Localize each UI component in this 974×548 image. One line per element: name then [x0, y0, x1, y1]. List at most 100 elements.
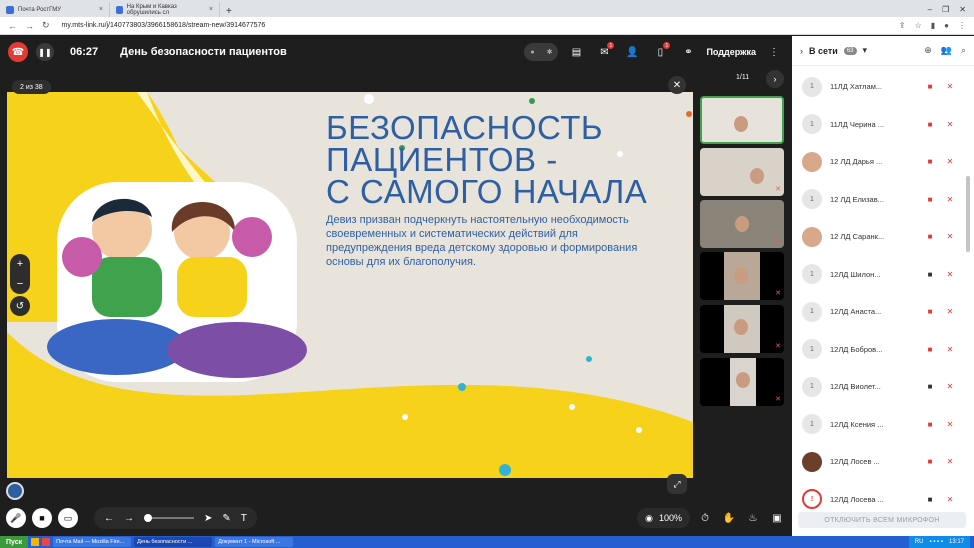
- zoom-out-icon[interactable]: −: [17, 278, 23, 290]
- stopwatch-icon[interactable]: ⏱: [696, 509, 714, 527]
- new-tab-icon[interactable]: +: [220, 6, 238, 17]
- mic-off-icon[interactable]: ✕: [944, 420, 956, 429]
- camera-off-icon[interactable]: ■: [924, 120, 936, 129]
- view-zoom[interactable]: ◉ 100%: [637, 508, 690, 528]
- taskbar-item[interactable]: Документ 1 - Microsoft ...: [215, 537, 294, 547]
- mic-off-icon[interactable]: ✕: [944, 307, 956, 316]
- quicklaunch-icon[interactable]: [42, 538, 51, 546]
- close-tab-icon[interactable]: ×: [99, 6, 103, 13]
- search-icon[interactable]: ⌕: [961, 45, 966, 56]
- forward-icon[interactable]: →: [25, 21, 34, 31]
- link-icon[interactable]: ⚭: [678, 42, 698, 62]
- panel-scrollbar[interactable]: [966, 176, 970, 252]
- quicklaunch-icon[interactable]: [31, 538, 40, 546]
- fire-icon[interactable]: ♨: [744, 509, 762, 527]
- video-tile[interactable]: ✕: [700, 148, 784, 196]
- files-icon[interactable]: ▯ 1: [650, 42, 671, 62]
- participant-row[interactable]: 12ЛД Лосев ... ■ ✕: [792, 443, 966, 481]
- prev-slide-icon[interactable]: ←: [104, 513, 114, 524]
- video-tile[interactable]: ✕: [700, 305, 784, 353]
- camera-off-icon[interactable]: ■: [924, 420, 936, 429]
- groups-icon[interactable]: 👥: [941, 45, 952, 56]
- star-icon[interactable]: ☆: [915, 21, 922, 30]
- chat-icon[interactable]: ✉ 1: [594, 42, 615, 62]
- participant-row[interactable]: 1 12ЛД Шилон... ■ ✕: [792, 256, 966, 294]
- raise-hand-icon[interactable]: ✋: [720, 509, 738, 527]
- pen-icon[interactable]: ✎: [222, 513, 230, 524]
- add-participant-icon[interactable]: ⊕: [924, 45, 932, 56]
- participant-row[interactable]: 1 12ЛД Ксения ... ■ ✕: [792, 406, 966, 444]
- browser-tab-2[interactable]: На Крым и Кавказ обрушились сл ×: [110, 2, 220, 17]
- participant-row[interactable]: 12 ЛД Саранк... ■ ✕: [792, 218, 966, 256]
- mic-off-icon[interactable]: ✕: [944, 232, 956, 241]
- participants-icon[interactable]: 👤: [622, 42, 642, 62]
- url-field[interactable]: my.mts-link.ru/j/140773803/3966158618/st…: [58, 22, 891, 29]
- taskbar-item[interactable]: День безопасности ...: [134, 537, 213, 547]
- camera-off-icon[interactable]: ■: [924, 232, 936, 241]
- participant-row[interactable]: 1 11ЛД Хатлам... ■ ✕: [792, 68, 966, 106]
- participant-row[interactable]: 1 12 ЛД Елизав... ■ ✕: [792, 181, 966, 219]
- collapse-panel-icon[interactable]: ›: [800, 46, 803, 56]
- mute-all-button[interactable]: ОТКЛЮЧИТЬ ВСЕМ МИКРОФОН: [798, 512, 966, 528]
- screen-share-button[interactable]: ▭: [58, 508, 78, 528]
- camera-off-icon[interactable]: ■: [924, 82, 936, 91]
- browser-tab-1[interactable]: Почта РостГМУ ×: [0, 2, 110, 17]
- mic-off-icon[interactable]: ✕: [944, 382, 956, 391]
- mic-off-icon[interactable]: ✕: [944, 82, 956, 91]
- maximize-icon[interactable]: ❐: [942, 5, 949, 14]
- participant-row[interactable]: 1 12ЛД Анаста... ■ ✕: [792, 293, 966, 331]
- taskbar-item[interactable]: Почта Mail — Mozilla Fire...: [53, 537, 132, 547]
- mic-off-icon[interactable]: ✕: [944, 157, 956, 166]
- video-tile[interactable]: ✕: [700, 252, 784, 300]
- mic-off-icon[interactable]: ✕: [944, 270, 956, 279]
- panel-title[interactable]: В сети: [809, 46, 838, 56]
- camera-icon[interactable]: ■: [924, 382, 936, 391]
- minimize-icon[interactable]: –: [928, 5, 932, 14]
- pause-button[interactable]: ❚❚: [36, 43, 54, 61]
- record-toggle[interactable]: ● ✱: [524, 43, 559, 61]
- reload-icon[interactable]: ↻: [42, 20, 50, 31]
- text-tool-icon[interactable]: T: [241, 513, 247, 524]
- back-icon[interactable]: ←: [8, 21, 17, 31]
- close-tab-icon[interactable]: ×: [209, 6, 213, 13]
- microphone-button[interactable]: 🎤: [6, 508, 26, 528]
- next-slide-icon[interactable]: →: [124, 513, 134, 524]
- close-window-icon[interactable]: ✕: [959, 5, 966, 14]
- sidebar-icon[interactable]: ▮: [931, 21, 935, 30]
- camera-button[interactable]: ■: [32, 508, 52, 528]
- video-tile[interactable]: [700, 96, 784, 144]
- layout-icon[interactable]: ▤: [566, 42, 586, 62]
- slide-progress-slider[interactable]: [144, 514, 194, 522]
- reset-zoom-button[interactable]: ↺: [10, 296, 30, 316]
- start-button[interactable]: Пуск: [0, 536, 29, 548]
- menu-icon[interactable]: ⋮: [958, 21, 966, 30]
- mic-off-icon[interactable]: ✕: [944, 195, 956, 204]
- video-tile[interactable]: ✕: [700, 358, 784, 406]
- zoom-in-icon[interactable]: +: [17, 258, 23, 270]
- video-tile[interactable]: ✕: [700, 200, 784, 248]
- participant-row[interactable]: 12 ЛД Дарья ... ■ ✕: [792, 143, 966, 181]
- mic-off-icon[interactable]: ✕: [944, 345, 956, 354]
- pointer-icon[interactable]: ➤: [204, 513, 212, 524]
- fullscreen-button[interactable]: ⤢: [667, 474, 687, 494]
- mic-off-icon[interactable]: ✕: [944, 120, 956, 129]
- next-videos-button[interactable]: ›: [766, 70, 784, 88]
- camera-off-icon[interactable]: ■: [924, 195, 936, 204]
- end-call-button[interactable]: ☎: [8, 42, 28, 62]
- language-indicator[interactable]: RU: [915, 539, 924, 545]
- participant-row[interactable]: 1 12ЛД Виолет... ■ ✕: [792, 368, 966, 406]
- camera-off-icon[interactable]: ■: [924, 457, 936, 466]
- more-icon[interactable]: ⋮: [764, 42, 784, 62]
- participant-row[interactable]: 1 11ЛД Черина ... ■ ✕: [792, 106, 966, 144]
- participant-row[interactable]: 1 12ЛД Бобров... ■ ✕: [792, 331, 966, 369]
- picture-in-picture-icon[interactable]: ▣: [768, 509, 786, 527]
- chevron-down-icon[interactable]: ▾: [863, 45, 868, 56]
- mic-off-icon[interactable]: ✕: [944, 495, 956, 504]
- profile-icon[interactable]: ●: [944, 21, 949, 30]
- camera-off-icon[interactable]: ■: [924, 307, 936, 316]
- close-presentation-button[interactable]: ✕: [668, 76, 686, 94]
- camera-off-icon[interactable]: ■: [924, 345, 936, 354]
- support-button[interactable]: Поддержка: [706, 47, 756, 57]
- share-icon[interactable]: ⇪: [899, 21, 906, 30]
- camera-icon[interactable]: ■: [924, 495, 936, 504]
